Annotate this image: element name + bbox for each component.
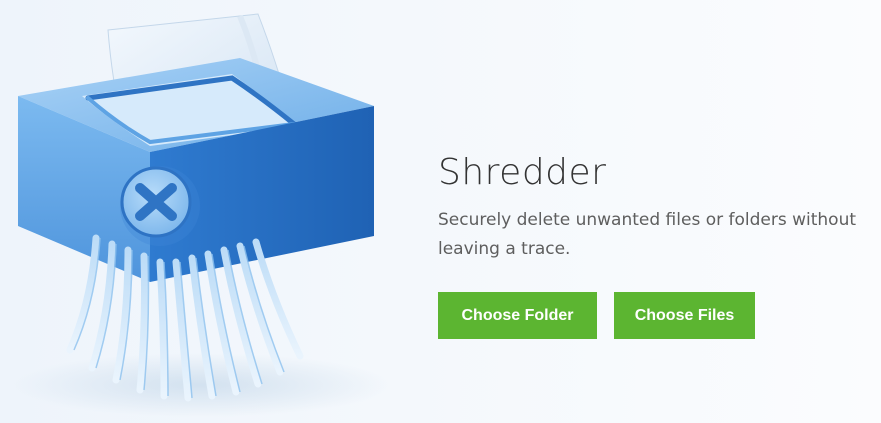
choose-folder-button[interactable]: Choose Folder bbox=[438, 292, 597, 339]
shredder-panel: Shredder Securely delete unwanted files … bbox=[0, 0, 881, 423]
action-buttons: Choose Folder Choose Files bbox=[438, 292, 755, 339]
page-title: Shredder bbox=[438, 152, 607, 193]
shredder-icon bbox=[10, 13, 390, 417]
close-icon bbox=[120, 166, 200, 246]
page-description: Securely delete unwanted files or folder… bbox=[438, 210, 857, 259]
choose-files-button[interactable]: Choose Files bbox=[614, 292, 755, 339]
shredder-info: Shredder Securely delete unwanted files … bbox=[438, 148, 878, 264]
